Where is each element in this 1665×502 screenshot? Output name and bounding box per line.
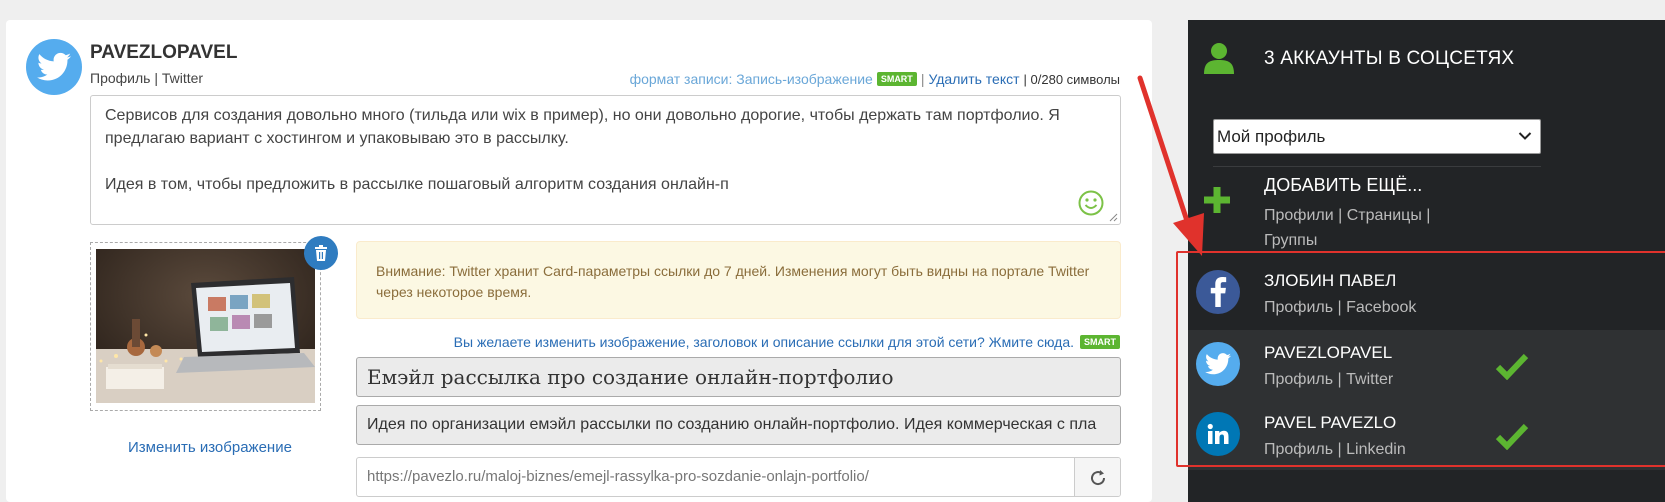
account-subtitle: Профиль | Facebook [1264,299,1417,316]
sidebar-header: 3 АККАУНТЫ В СОЦСЕТЯХ [1188,20,1665,100]
resize-handle-icon[interactable] [1109,213,1118,222]
twitter-avatar [26,39,82,95]
link-url-input[interactable]: https://pavezlo.ru/maloj-biznes/emejl-ra… [356,457,1121,497]
post-text-line: Сервисов для создания довольно много (ти… [105,107,1060,124]
link-url-value: https://pavezlo.ru/maloj-biznes/emejl-ra… [367,468,869,485]
post-image-frame [90,242,321,411]
checkmark-icon [1495,423,1529,450]
account-item-facebook[interactable]: ЗЛОБИН ПАВЕЛ Профиль | Facebook [1188,258,1665,328]
trash-icon [315,245,327,261]
post-text-line [105,150,1106,173]
smart-badge: SMART [1080,335,1120,349]
twitter-bird-icon [37,52,71,81]
toolbar-separator: | [920,71,925,87]
post-toolbar: формат записи: Запись-изображение SMART … [630,71,1120,87]
char-counter: | 0/280 символы [1023,71,1120,87]
change-link-preview-link[interactable]: Вы желаете изменить изображение, заголов… [454,334,1120,350]
emoji-smile-icon[interactable] [1078,190,1104,216]
profile-select[interactable]: Мой профиль [1213,119,1541,154]
twitter-card-alert: Внимание: Twitter хранит Card-параметры … [356,241,1121,319]
link-description-input[interactable]: Идея по организации емэйл рассылки по со… [356,405,1121,445]
account-item-linkedin[interactable]: PAVEL PAVEZLO Профиль | Linkedin [1188,400,1665,470]
delete-image-button[interactable] [304,236,338,270]
profile-select-value: Мой профиль [1217,127,1326,146]
account-item-twitter[interactable]: PAVEZLOPAVEL Профиль | Twitter [1188,330,1665,400]
social-accounts-sidebar: 3 АККАУНТЫ В СОЦСЕТЯХ Мой профиль ДОБАВИ… [1188,20,1665,502]
post-image[interactable] [96,249,315,403]
laptop-photo-illustration [96,249,315,403]
refresh-link-button[interactable] [1074,458,1120,496]
account-name: PAVEZLOPAVEL [90,42,238,63]
chevron-down-icon [1518,132,1532,140]
link-title-input[interactable]: Емэйл рассылка про создание онлайн-портф… [356,357,1121,397]
post-text-line: Идея в том, чтобы предложить в рассылке … [105,176,729,193]
add-more-links[interactable]: Профили | Страницы | Группы [1264,203,1454,253]
change-link-text[interactable]: Вы желаете изменить изображение, заголов… [454,334,1074,350]
refresh-icon [1090,470,1105,486]
post-text-area[interactable]: Сервисов для создания довольно много (ти… [90,95,1121,225]
account-name: ЗЛОБИН ПАВЕЛ [1264,271,1397,290]
delete-text-link[interactable]: Удалить текст [928,71,1019,87]
account-name: PAVEZLOPAVEL [1264,343,1393,362]
sidebar-title: 3 АККАУНТЫ В СОЦСЕТЯХ [1264,48,1515,69]
checkmark-icon [1495,353,1529,380]
twitter-icon [1196,342,1240,386]
post-editor-card: PAVEZLOPAVEL Профиль | Twitter формат за… [6,20,1152,502]
post-format-link[interactable]: формат записи: Запись-изображение [630,71,873,87]
account-subtitle: Профиль | Linkedin [1264,441,1406,458]
account-subtitle: Профиль | Twitter [1264,371,1394,388]
change-image-link[interactable]: Изменить изображение [128,439,292,456]
sidebar-divider [1213,166,1541,167]
account-subtitle: Профиль | Twitter [90,70,204,86]
annotation-arrow [1137,75,1204,256]
account-name: PAVEL PAVEZLO [1264,413,1397,432]
linkedin-icon [1196,412,1240,456]
post-text-line: предлагаю вариант с хостингом и упаковыв… [105,130,569,147]
add-more-title[interactable]: ДОБАВИТЬ ЕЩЁ... [1264,175,1422,196]
facebook-icon [1196,270,1240,314]
smart-badge: SMART [876,72,917,86]
